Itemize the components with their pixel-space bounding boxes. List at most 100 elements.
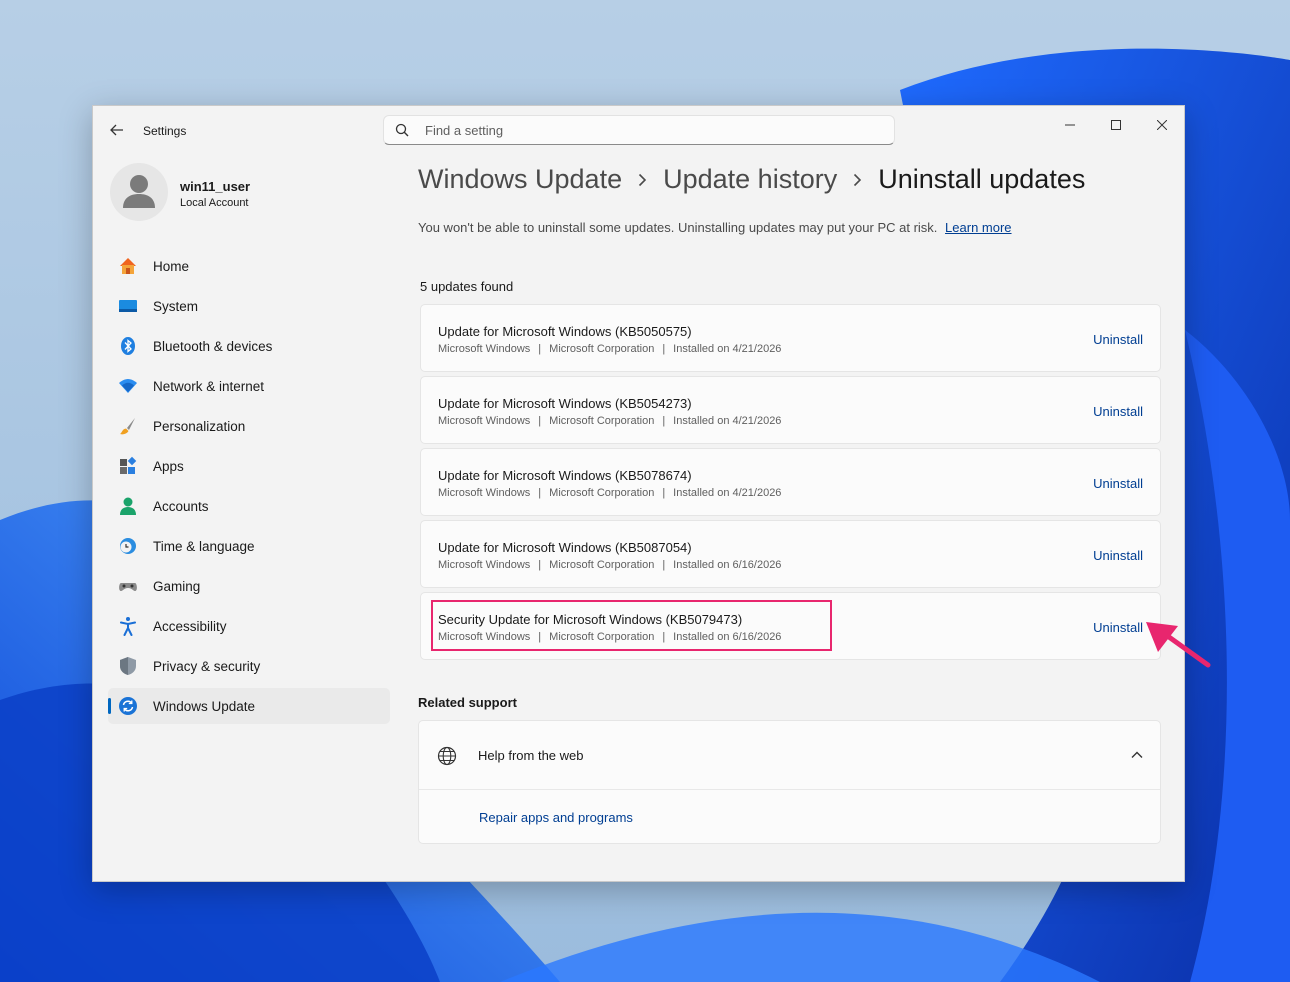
sidebar-item-label: Network & internet bbox=[153, 378, 265, 394]
help-from-web-label: Help from the web bbox=[478, 748, 584, 763]
update-row: Update for Microsoft Windows (KB5054273)… bbox=[420, 376, 1161, 444]
update-row-highlighted: Security Update for Microsoft Windows (K… bbox=[420, 592, 1161, 660]
update-title: Update for Microsoft Windows (KB5050575) bbox=[438, 324, 692, 339]
update-meta: Microsoft Windows | Microsoft Corporation |… bbox=[438, 631, 782, 643]
update-product: Microsoft Windows bbox=[438, 559, 531, 571]
sidebar-item-apps[interactable]: Apps bbox=[108, 448, 390, 484]
breadcrumb-windows-update[interactable]: Windows Update bbox=[418, 164, 622, 195]
update-title: Update for Microsoft Windows (KB5054273) bbox=[438, 396, 692, 411]
uninstall-button[interactable]: Uninstall bbox=[1093, 332, 1143, 347]
page-title: Uninstall updates bbox=[878, 164, 1086, 194]
sidebar-item-label: Time & language bbox=[153, 538, 255, 554]
uninstall-button[interactable]: Uninstall bbox=[1093, 404, 1143, 419]
update-row: Update for Microsoft Windows (KB5087054)… bbox=[420, 520, 1161, 588]
bluetooth-icon bbox=[117, 335, 139, 357]
home-icon bbox=[117, 255, 139, 277]
update-title: Update for Microsoft Windows (KB5087054) bbox=[438, 540, 692, 555]
sidebar-item-label: System bbox=[153, 298, 199, 314]
maximize-button[interactable] bbox=[1093, 110, 1139, 140]
sidebar-item-label: Accounts bbox=[153, 498, 209, 514]
shield-icon bbox=[117, 655, 139, 677]
sidebar-item-windows-update[interactable]: Windows Update bbox=[108, 688, 390, 724]
sidebar-item-bluetooth[interactable]: Bluetooth & devices bbox=[108, 328, 390, 364]
chevron-right-icon bbox=[638, 173, 647, 187]
sidebar-nav: Home System Bluetooth & devices Network … bbox=[108, 248, 390, 728]
update-publisher: Microsoft Corporation bbox=[549, 343, 655, 355]
sidebar-item-label: Personalization bbox=[153, 418, 246, 434]
uninstall-button[interactable]: Uninstall bbox=[1093, 476, 1143, 491]
update-installed-date: Installed on 6/16/2026 bbox=[673, 559, 782, 571]
sidebar-item-label: Accessibility bbox=[153, 618, 227, 634]
update-product: Microsoft Windows bbox=[438, 487, 531, 499]
sidebar-item-label: Bluetooth & devices bbox=[153, 338, 273, 354]
search-icon bbox=[395, 122, 411, 138]
globe-icon bbox=[437, 746, 457, 766]
wifi-icon bbox=[117, 375, 139, 397]
update-meta: Microsoft Windows | Microsoft Corporation |… bbox=[438, 559, 782, 571]
breadcrumb: Windows Update Update history Uninstall … bbox=[418, 164, 1085, 195]
sidebar-item-accessibility[interactable]: Accessibility bbox=[108, 608, 390, 644]
search-input[interactable] bbox=[423, 121, 867, 139]
learn-more-link[interactable]: Learn more bbox=[945, 220, 1011, 235]
sidebar-item-label: Home bbox=[153, 258, 190, 274]
chevron-up-icon[interactable] bbox=[1130, 748, 1144, 762]
update-title: Update for Microsoft Windows (KB5078674) bbox=[438, 468, 692, 483]
sidebar-item-time-language[interactable]: Time & language bbox=[108, 528, 390, 564]
related-support-title: Related support bbox=[418, 695, 517, 710]
back-arrow-icon bbox=[110, 124, 123, 136]
accessibility-icon bbox=[117, 615, 139, 637]
sidebar-item-system[interactable]: System bbox=[108, 288, 390, 324]
close-button[interactable] bbox=[1139, 110, 1184, 140]
settings-window: Settings win11_user Local Account Home bbox=[92, 105, 1185, 882]
breadcrumb-update-history[interactable]: Update history bbox=[663, 164, 837, 195]
update-list: Update for Microsoft Windows (KB5050575)… bbox=[420, 304, 1161, 664]
avatar[interactable] bbox=[110, 163, 168, 221]
update-meta: Microsoft Windows | Microsoft Corporation |… bbox=[438, 343, 782, 355]
uninstall-button[interactable]: Uninstall bbox=[1093, 620, 1143, 635]
accounts-icon bbox=[117, 495, 139, 517]
back-button[interactable] bbox=[107, 120, 127, 140]
sidebar-item-personalization[interactable]: Personalization bbox=[108, 408, 390, 444]
update-publisher: Microsoft Corporation bbox=[549, 415, 655, 427]
update-product: Microsoft Windows bbox=[438, 343, 531, 355]
clock-globe-icon bbox=[117, 535, 139, 557]
sidebar-item-label: Windows Update bbox=[153, 698, 256, 714]
sidebar-item-label: Gaming bbox=[153, 578, 201, 594]
sidebar-item-gaming[interactable]: Gaming bbox=[108, 568, 390, 604]
update-publisher: Microsoft Corporation bbox=[549, 631, 655, 643]
update-row: Update for Microsoft Windows (KB5050575)… bbox=[420, 304, 1161, 372]
close-icon bbox=[1157, 120, 1167, 130]
uninstall-button[interactable]: Uninstall bbox=[1093, 548, 1143, 563]
update-product: Microsoft Windows bbox=[438, 631, 531, 643]
user-icon bbox=[123, 175, 155, 208]
sidebar-item-privacy-security[interactable]: Privacy & security bbox=[108, 648, 390, 684]
updates-count: 5 updates found bbox=[420, 279, 514, 294]
update-publisher: Microsoft Corporation bbox=[549, 487, 655, 499]
sidebar-item-label: Privacy & security bbox=[153, 658, 261, 674]
update-installed-date: Installed on 6/16/2026 bbox=[673, 631, 782, 643]
update-installed-date: Installed on 4/21/2026 bbox=[673, 415, 782, 427]
minimize-button[interactable] bbox=[1047, 110, 1093, 140]
update-product: Microsoft Windows bbox=[438, 415, 531, 427]
sidebar-item-network[interactable]: Network & internet bbox=[108, 368, 390, 404]
user-name: win11_user bbox=[180, 179, 251, 194]
update-icon bbox=[117, 695, 139, 717]
sidebar-item-label: Apps bbox=[153, 458, 184, 474]
related-support-card: Help from the web Repair apps and progra… bbox=[418, 720, 1161, 844]
gamepad-icon bbox=[117, 575, 139, 597]
app-title: Settings bbox=[143, 124, 187, 138]
warning-text: You won't be able to uninstall some upda… bbox=[418, 220, 938, 235]
chevron-right-icon bbox=[853, 173, 862, 187]
repair-apps-link[interactable]: Repair apps and programs bbox=[479, 810, 633, 825]
user-account-type: Local Account bbox=[180, 197, 249, 209]
search-box[interactable] bbox=[383, 115, 895, 145]
maximize-icon bbox=[1111, 120, 1121, 130]
update-publisher: Microsoft Corporation bbox=[549, 559, 655, 571]
help-from-web-header[interactable]: Help from the web bbox=[419, 721, 1160, 790]
system-icon bbox=[117, 295, 139, 317]
update-installed-date: Installed on 4/21/2026 bbox=[673, 487, 782, 499]
minimize-icon bbox=[1065, 124, 1075, 126]
sidebar-item-accounts[interactable]: Accounts bbox=[108, 488, 390, 524]
update-title: Security Update for Microsoft Windows (K… bbox=[438, 612, 743, 627]
sidebar-item-home[interactable]: Home bbox=[108, 248, 390, 284]
